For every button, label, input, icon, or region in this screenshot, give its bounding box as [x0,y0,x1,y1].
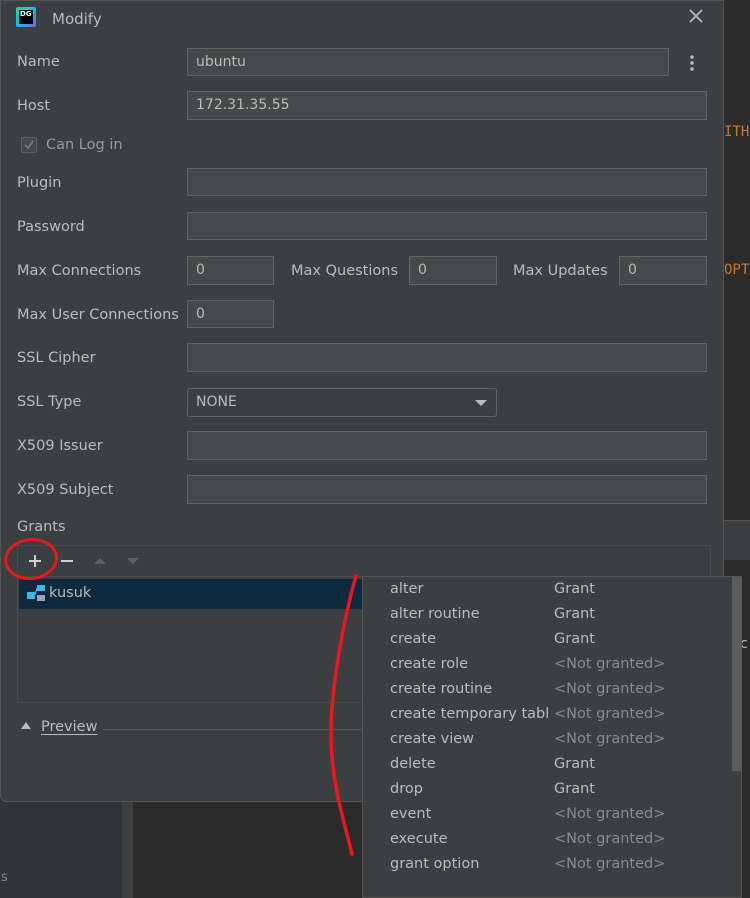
privilege-row[interactable]: grant option <Not granted> [363,854,733,879]
privilege-row[interactable]: event <Not granted> [363,804,733,829]
background-sidebar [0,800,122,898]
privilege-value[interactable]: <Not granted> [554,856,665,872]
can-log-in-checkbox[interactable] [21,137,37,153]
privileges-popup: alter Grant alter routine Grant create Grant c… [362,576,742,898]
host-label: Host [17,98,51,114]
grants-toolbar [17,545,711,577]
ssl-type-value: NONE [196,394,237,410]
password-label: Password [17,219,85,235]
privilege-row[interactable]: alter routine Grant [363,604,733,629]
collapse-arrow-icon [21,722,31,729]
background-panel [724,520,750,560]
x509-subject-label: X509 Subject [17,482,114,498]
privilege-row[interactable]: alter Grant [363,579,733,604]
ssl-type-label: SSL Type [17,394,82,410]
privilege-value[interactable]: Grant [554,781,595,797]
privilege-value[interactable]: Grant [554,606,595,622]
privilege-name: create temporary tables [390,706,549,722]
dialog-titlebar: DG Modify [1,1,723,37]
privilege-name: create routine [390,681,493,697]
privilege-row[interactable]: create Grant [363,629,733,654]
privilege-name: drop [390,781,423,797]
separator [103,729,363,730]
x509-subject-field[interactable] [187,475,707,504]
privilege-name: execute [390,831,448,847]
can-log-in-label: Can Log in [46,137,123,153]
privilege-row[interactable]: delete Grant [363,754,733,779]
max-questions-field[interactable]: 0 [409,256,497,285]
max-updates-field[interactable]: 0 [619,256,707,285]
privilege-name: create [390,631,437,647]
plugin-label: Plugin [17,175,62,191]
scrollbar[interactable] [732,577,741,771]
ssl-cipher-field[interactable] [187,343,707,372]
privilege-row[interactable]: create routine <Not granted> [363,679,733,704]
privilege-value[interactable]: <Not granted> [554,706,665,722]
x509-issuer-label: X509 Issuer [17,438,103,454]
dropdown-arrow-icon [475,400,487,406]
privilege-name: create role [390,656,469,672]
x509-issuer-field[interactable] [187,431,707,460]
list-item[interactable]: kusuk [19,579,363,609]
background-code-fragment: OPT [724,262,750,278]
max-connections-label: Max Connections [17,263,142,279]
name-field[interactable]: ubuntu [187,48,669,76]
privilege-row[interactable]: create view <Not granted> [363,729,733,754]
privilege-value[interactable]: <Not granted> [554,656,665,672]
privilege-value[interactable]: <Not granted> [554,731,665,747]
dialog-title: Modify [52,10,102,28]
max-user-connections-field[interactable]: 0 [187,300,274,328]
privilege-row[interactable]: execute <Not granted> [363,829,733,854]
privilege-value[interactable]: <Not granted> [554,681,665,697]
host-field[interactable]: 172.31.35.55 [187,91,707,120]
move-down-button[interactable] [120,546,146,576]
background-gutter [122,800,133,898]
privilege-name: alter [390,581,424,597]
schema-icon [27,585,45,601]
background-code-fragment: ITH [724,124,750,140]
ssl-cipher-label: SSL Cipher [17,350,96,366]
grants-label: Grants [17,519,66,535]
close-icon[interactable] [687,7,705,25]
privilege-value[interactable]: Grant [554,756,595,772]
move-up-button[interactable] [87,546,113,576]
max-connections-field[interactable]: 0 [187,256,274,285]
background-text: s [1,870,8,885]
privilege-name: delete [390,756,436,772]
grants-list: kusuk [17,577,363,703]
privilege-row[interactable]: create role <Not granted> [363,654,733,679]
preview-label: Preview [41,719,98,735]
privilege-value[interactable]: Grant [554,581,595,597]
privilege-name: create view [390,731,475,747]
privilege-name: grant option [390,856,480,872]
privilege-row[interactable]: create temporary tables <Not granted> [363,704,733,729]
preview-toggle[interactable]: Preview [21,719,97,735]
ssl-type-select[interactable]: NONE [187,388,497,417]
more-options-icon[interactable] [687,53,697,73]
name-label: Name [17,54,60,70]
max-user-connections-label: Max User Connections [17,307,179,323]
privilege-value[interactable]: Grant [554,631,595,647]
grant-item-label: kusuk [49,585,92,601]
max-updates-label: Max Updates [513,263,608,279]
privilege-value[interactable]: <Not granted> [554,806,665,822]
password-field[interactable] [187,212,707,240]
privilege-value[interactable]: <Not granted> [554,831,665,847]
remove-grant-button[interactable] [54,546,80,576]
datagrip-app-icon: DG [16,7,36,27]
checkmark-icon [24,140,34,150]
privilege-name: event [390,806,432,822]
plugin-field[interactable] [187,168,707,196]
max-questions-label: Max Questions [291,263,398,279]
privilege-name: alter routine [390,606,480,622]
privilege-row[interactable]: drop Grant [363,779,733,804]
